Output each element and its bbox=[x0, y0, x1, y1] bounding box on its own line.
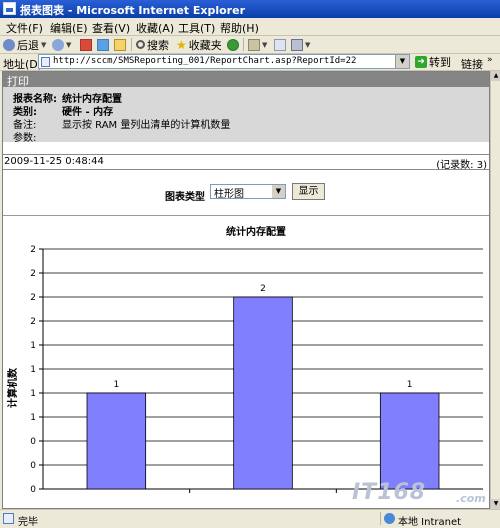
toolbar-separator bbox=[243, 38, 244, 51]
menu-edit[interactable]: 编辑(E) bbox=[50, 20, 88, 36]
y-tick-label: 2 bbox=[30, 269, 36, 279]
chevron-right-icon[interactable]: » bbox=[487, 55, 493, 65]
print-bar: 打印 bbox=[3, 72, 489, 88]
back-arrow-icon bbox=[3, 38, 15, 51]
page-status-icon bbox=[3, 513, 14, 524]
go-button[interactable]: ➜ 转到 bbox=[415, 54, 451, 69]
chart-title: 统计内存配置 bbox=[226, 225, 286, 238]
forward-button[interactable]: ▼ bbox=[52, 37, 71, 52]
chart-type-select[interactable]: 柱形图 ▼ bbox=[210, 184, 286, 200]
chart-panel: 统计内存配置 计算机数 0 0 0 1 1 1 1 2 2 2 2 1 2 1 bbox=[3, 215, 489, 508]
report-info-panel: 报表名称: 统计内存配置 类别: 硬件 - 内存 备注: 显示按 RAM 量列出清单的… bbox=[3, 87, 489, 144]
chevron-down-icon[interactable]: ▼ bbox=[395, 55, 409, 68]
chevron-down-icon[interactable]: ▼ bbox=[272, 185, 285, 198]
refresh-button[interactable] bbox=[97, 37, 109, 52]
chevron-down-icon[interactable]: ▼ bbox=[305, 41, 310, 49]
watermark: IT168 .com bbox=[352, 478, 494, 508]
menu-file[interactable]: 文件(F) bbox=[6, 20, 43, 36]
back-button[interactable]: 后退 ▼ bbox=[3, 37, 46, 52]
chevron-down-icon[interactable]: ▼ bbox=[41, 41, 46, 49]
bar bbox=[379, 392, 440, 490]
y-tick-label: 1 bbox=[30, 389, 36, 399]
media-icon bbox=[227, 38, 239, 51]
y-tick-label: 2 bbox=[30, 317, 36, 327]
back-label: 后退 bbox=[17, 38, 39, 52]
report-params-row: 参数: bbox=[13, 129, 62, 144]
favorites-label: 收藏夹 bbox=[188, 38, 222, 52]
y-axis-title: 计算机数 bbox=[6, 367, 19, 408]
watermark-domain: .com bbox=[456, 492, 486, 505]
menu-bar: 文件(F) 编辑(E) 查看(V) 收藏(A) 工具(T) 帮助(H) bbox=[0, 18, 500, 36]
y-tick-label: 2 bbox=[30, 293, 36, 303]
search-icon bbox=[136, 40, 145, 49]
menu-help[interactable]: 帮助(H) bbox=[220, 20, 259, 36]
watermark-logo: IT168 bbox=[352, 480, 427, 505]
show-button[interactable]: 显示 bbox=[292, 183, 325, 200]
search-button[interactable]: 搜索 bbox=[136, 37, 169, 52]
data-label: 2 bbox=[260, 284, 266, 294]
chevron-down-icon[interactable]: ▼ bbox=[262, 41, 267, 49]
links-button[interactable]: 链接 bbox=[461, 56, 483, 72]
page-content: 打印 报表名称: 统计内存配置 类别: 硬件 - 内存 备注: 显示按 RAM 量列出… bbox=[2, 71, 490, 509]
printer-icon bbox=[291, 38, 303, 51]
print-button[interactable]: ▼ bbox=[291, 37, 310, 52]
address-bar: 地址(D) http://sccm/SMSReporting_001/Repor… bbox=[0, 54, 500, 71]
search-label: 搜索 bbox=[147, 38, 169, 52]
menu-tools[interactable]: 工具(T) bbox=[178, 20, 215, 36]
status-bar: 完毕 本地 Intranet bbox=[0, 509, 500, 528]
go-arrow-icon: ➜ bbox=[415, 55, 427, 68]
y-tick-label: 2 bbox=[30, 245, 36, 255]
address-url[interactable]: http://sccm/SMSReporting_001/ReportChart… bbox=[53, 56, 356, 66]
page-icon bbox=[41, 57, 50, 67]
window-title: 报表图表 - Microsoft Internet Explorer bbox=[20, 4, 245, 17]
history-button[interactable]: ▼ bbox=[248, 37, 267, 52]
star-icon: ★ bbox=[176, 37, 187, 52]
y-tick-label: 1 bbox=[30, 341, 36, 351]
go-label: 转到 bbox=[429, 55, 451, 69]
chart-type-label: 图表类型 bbox=[165, 192, 205, 203]
address-input[interactable]: http://sccm/SMSReporting_001/ReportChart… bbox=[38, 54, 410, 69]
refresh-icon bbox=[97, 38, 109, 51]
chart-type-value: 柱形图 bbox=[214, 189, 244, 200]
ie-app-icon[interactable] bbox=[3, 2, 16, 15]
home-button[interactable] bbox=[114, 37, 126, 52]
toolbar-separator bbox=[131, 38, 132, 51]
report-date: 2009-11-25 0:48:44 bbox=[4, 156, 104, 167]
status-separator bbox=[380, 512, 381, 525]
favorites-button[interactable]: ★ 收藏夹 bbox=[176, 37, 222, 52]
data-label: 1 bbox=[113, 380, 119, 390]
divider bbox=[3, 169, 489, 170]
forward-arrow-icon bbox=[52, 38, 64, 51]
stop-icon bbox=[80, 38, 92, 51]
history-icon bbox=[248, 38, 260, 51]
y-tick-label: 0 bbox=[30, 485, 36, 495]
report-params-label: 参数: bbox=[13, 133, 37, 144]
home-icon bbox=[114, 38, 126, 51]
report-remark: 显示按 RAM 量列出清单的计算机数量 bbox=[62, 120, 231, 131]
data-label: 1 bbox=[407, 380, 413, 390]
mail-button[interactable] bbox=[274, 37, 286, 52]
vertical-scrollbar[interactable]: ▲ ▼ bbox=[490, 71, 500, 509]
chart-controls: 图表类型 柱形图 ▼ 显示 bbox=[3, 183, 489, 203]
y-tick-label: 1 bbox=[30, 365, 36, 375]
mail-icon bbox=[274, 38, 286, 51]
y-tick-label: 0 bbox=[30, 437, 36, 447]
y-tick-label: 0 bbox=[30, 461, 36, 471]
bar-chart: 统计内存配置 计算机数 0 0 0 1 1 1 1 2 2 2 2 1 2 1 bbox=[6, 225, 483, 495]
stop-button[interactable] bbox=[80, 37, 92, 52]
title-bar: 报表图表 - Microsoft Internet Explorer bbox=[0, 0, 500, 18]
intranet-zone-icon bbox=[384, 513, 395, 524]
y-tick-label: 1 bbox=[30, 413, 36, 423]
chevron-down-icon[interactable]: ▼ bbox=[66, 41, 71, 49]
toolbar: 后退 ▼ ▼ 搜索 ★ 收藏夹 ▼ ▼ bbox=[0, 36, 500, 54]
menu-view[interactable]: 查看(V) bbox=[92, 20, 130, 36]
menu-favorites[interactable]: 收藏(A) bbox=[136, 20, 174, 36]
bar bbox=[233, 296, 293, 490]
report-date-bar: 2009-11-25 0:48:44 (记录数: 3) bbox=[3, 156, 489, 171]
divider bbox=[3, 154, 489, 155]
bar bbox=[86, 392, 147, 490]
media-button[interactable] bbox=[227, 37, 239, 52]
address-label: 地址(D) bbox=[3, 58, 43, 71]
scroll-up-icon[interactable]: ▲ bbox=[491, 71, 500, 81]
